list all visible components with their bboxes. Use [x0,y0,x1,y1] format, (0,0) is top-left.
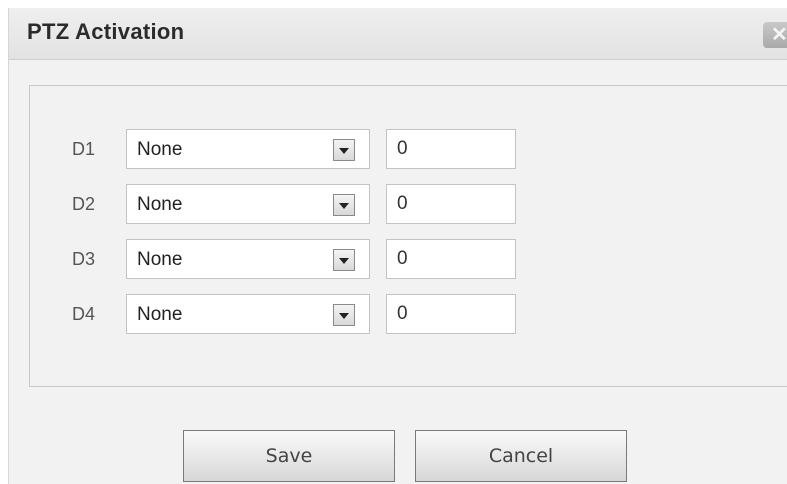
channel-label: D2 [72,194,96,214]
ptz-activation-dialog: PTZ Activation ✕ D1 None 0 D2 None 0 D3 … [8,8,787,484]
channel-label: D4 [72,304,96,324]
chevron-down-icon[interactable] [333,139,355,161]
chevron-down-icon[interactable] [333,194,355,216]
dialog-titlebar: PTZ Activation ✕ [9,8,787,60]
channel-label: D3 [72,249,96,269]
dialog-title: PTZ Activation [27,19,185,44]
chevron-down-icon[interactable] [333,304,355,326]
close-icon[interactable]: ✕ [763,22,787,48]
preset-number-input[interactable]: 0 [386,239,516,279]
ptz-type-select[interactable]: None [126,184,370,224]
select-value: None [137,139,183,160]
preset-number-input[interactable]: 0 [386,184,516,224]
select-value: None [137,194,183,215]
ptz-type-select[interactable]: None [126,129,370,169]
ptz-type-select[interactable]: None [126,239,370,279]
preset-number-input[interactable]: 0 [386,129,516,169]
ptz-type-select[interactable]: None [126,294,370,334]
select-value: None [137,304,183,325]
channel-label: D1 [72,139,96,159]
chevron-down-icon[interactable] [333,249,355,271]
cancel-button[interactable]: Cancel [415,430,627,482]
ptz-settings-panel: D1 None 0 D2 None 0 D3 None 0 D4 None 0 [29,85,787,387]
save-button[interactable]: Save [183,430,395,482]
preset-number-input[interactable]: 0 [386,294,516,334]
select-value: None [137,249,183,270]
